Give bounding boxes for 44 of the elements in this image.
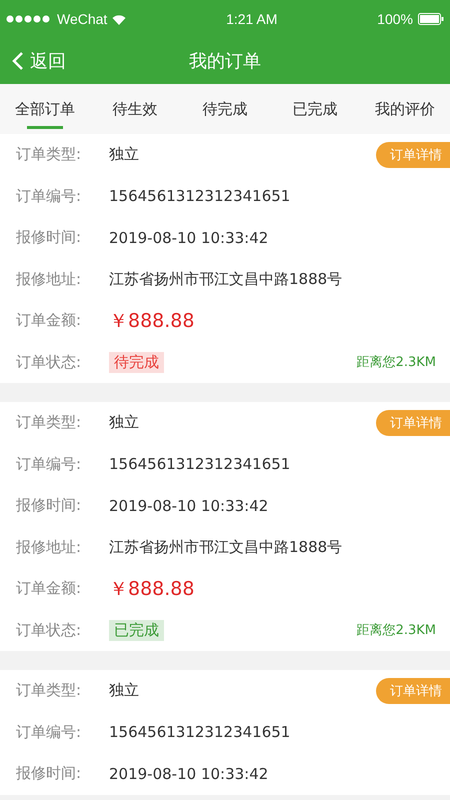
field-label: 报修时间: bbox=[16, 764, 82, 784]
battery-icon bbox=[418, 13, 444, 25]
battery-percent: 100% bbox=[377, 11, 413, 27]
order-tab[interactable]: 已完成 bbox=[270, 84, 360, 134]
field-value: 江苏省扬州市邗江文昌中路1888号 bbox=[109, 270, 342, 289]
field-label: 订单金额: bbox=[16, 311, 82, 330]
carrier-name: WeChat bbox=[57, 11, 108, 27]
field-label: 报修时间: bbox=[16, 228, 82, 248]
field-label: 报修地址: bbox=[16, 270, 82, 289]
status-tag: 待完成 bbox=[109, 352, 164, 373]
field-label: 报修时间: bbox=[16, 496, 82, 516]
field-value: 2019-08-10 10:33:42 bbox=[109, 228, 268, 247]
field-label: 订单编号: bbox=[16, 186, 82, 206]
order-tab[interactable]: 我的评价 bbox=[360, 84, 450, 134]
chevron-left-icon bbox=[12, 51, 24, 71]
field-value: 1564561312312341651 bbox=[109, 187, 290, 206]
order-amount: ￥888.88 bbox=[109, 576, 194, 602]
field-label: 订单类型: bbox=[16, 413, 82, 432]
field-value: 1564561312312341651 bbox=[109, 723, 290, 742]
field-label: 订单类型: bbox=[16, 145, 82, 164]
field-value: 独立 bbox=[109, 145, 139, 164]
field-value: 2019-08-10 10:33:42 bbox=[109, 496, 268, 515]
clock-time: 1:21 AM bbox=[226, 11, 278, 27]
field-label: 订单类型: bbox=[16, 681, 82, 700]
field-label: 报修地址: bbox=[16, 538, 82, 557]
signal-icon bbox=[6, 15, 52, 23]
field-label: 订单金额: bbox=[16, 579, 82, 598]
field-value: 江苏省扬州市邗江文昌中路1888号 bbox=[109, 538, 342, 557]
order-tab[interactable]: 待生效 bbox=[90, 84, 180, 134]
field-label: 订单状态: bbox=[16, 620, 82, 640]
field-label: 订单状态: bbox=[16, 352, 82, 372]
wifi-icon bbox=[112, 14, 126, 24]
order-tab[interactable]: 待完成 bbox=[180, 84, 270, 134]
field-value: 独立 bbox=[109, 681, 139, 700]
distance-text: 距离您2.3KM bbox=[356, 622, 437, 640]
page-title: 我的订单 bbox=[189, 50, 261, 73]
status-tag: 已完成 bbox=[109, 620, 164, 641]
field-value: 1564561312312341651 bbox=[109, 455, 290, 474]
field-label: 订单编号: bbox=[16, 454, 82, 474]
distance-text: 距离您2.3KM bbox=[356, 354, 437, 372]
field-value: 独立 bbox=[109, 413, 139, 432]
field-value: 2019-08-10 10:33:42 bbox=[109, 764, 268, 783]
order-amount: ￥888.88 bbox=[109, 308, 194, 334]
field-label: 订单编号: bbox=[16, 722, 82, 742]
